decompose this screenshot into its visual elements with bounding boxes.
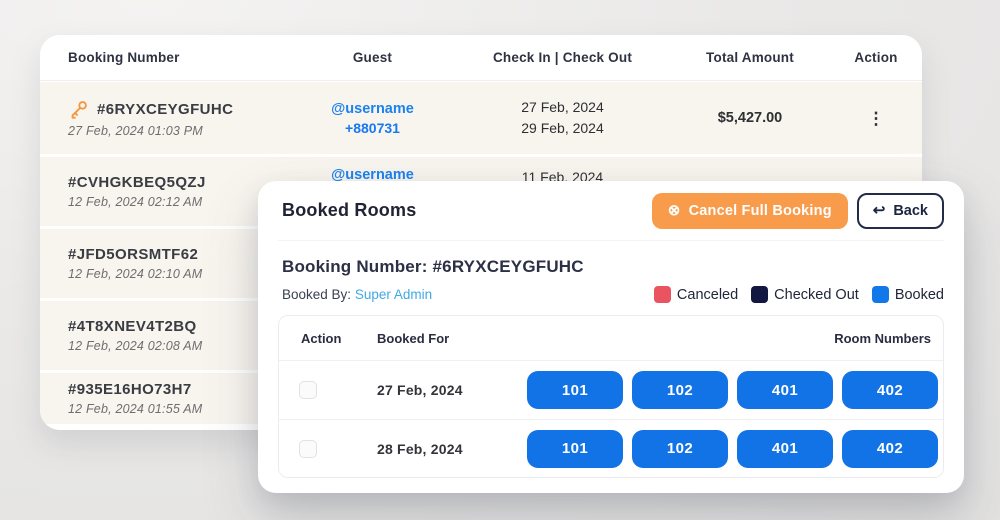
booking-datetime: 12 Feb, 2024 01:55 AM xyxy=(68,402,290,416)
column-header-action: Action xyxy=(279,331,363,346)
back-label: Back xyxy=(893,203,928,219)
booking-number: #JFD5ORSMTF62 xyxy=(68,246,198,263)
room-date-row: 28 Feb, 2024 101 102 401 402 xyxy=(279,419,943,477)
column-header-total-amount: Total Amount xyxy=(670,50,830,65)
booked-for-date: 27 Feb, 2024 xyxy=(363,382,513,398)
check-in-date: 27 Feb, 2024 xyxy=(455,97,670,118)
column-header-checkin-checkout: Check In | Check Out xyxy=(455,50,670,65)
back-button[interactable]: ↩ Back xyxy=(857,193,944,229)
booking-datetime: 12 Feb, 2024 02:10 AM xyxy=(68,267,290,281)
room-number-button[interactable]: 102 xyxy=(632,371,728,409)
guest-cell: @username xyxy=(290,157,455,183)
column-header-booking-number: Booking Number xyxy=(40,50,290,65)
legend-item-canceled: Canceled xyxy=(654,286,738,303)
rooms-table-header: Action Booked For Room Numbers xyxy=(279,316,943,361)
booking-row[interactable]: #6RYXCEYGFUHC 27 Feb, 2024 01:03 PM @use… xyxy=(40,82,922,154)
canceled-swatch-icon xyxy=(654,286,671,303)
column-header-room-numbers: Room Numbers xyxy=(513,331,943,346)
total-amount: $5,427.00 xyxy=(670,110,830,126)
room-number-button[interactable]: 401 xyxy=(737,430,833,468)
booking-number-cell: #CVHGKBEQ5QZJ 12 Feb, 2024 02:12 AM xyxy=(40,174,290,209)
bookings-table-header: Booking Number Guest Check In | Check Ou… xyxy=(40,35,922,81)
status-legend: Canceled Checked Out Booked xyxy=(654,286,944,303)
legend-label: Canceled xyxy=(677,287,738,303)
checkin-checkout-cell: 27 Feb, 2024 29 Feb, 2024 xyxy=(455,97,670,139)
cancel-full-booking-button[interactable]: ⊗ Cancel Full Booking xyxy=(652,193,848,229)
modal-booking-number: Booking Number: #6RYXCEYGFUHC xyxy=(278,257,944,277)
legend-item-checked-out: Checked Out xyxy=(751,286,859,303)
column-header-action: Action xyxy=(830,50,922,65)
column-header-booked-for: Booked For xyxy=(363,331,513,346)
check-out-date: 29 Feb, 2024 xyxy=(455,118,670,139)
kebab-menu-icon[interactable]: ⋮ xyxy=(830,110,922,127)
key-icon xyxy=(68,99,89,120)
room-number-button[interactable]: 101 xyxy=(527,371,623,409)
booking-datetime: 27 Feb, 2024 01:03 PM xyxy=(68,124,290,138)
room-number-button[interactable]: 402 xyxy=(842,371,938,409)
row-select-checkbox[interactable] xyxy=(299,440,317,458)
room-number-button[interactable]: 402 xyxy=(842,430,938,468)
modal-title: Booked Rooms xyxy=(278,200,416,221)
booked-by-user-link[interactable]: Super Admin xyxy=(355,287,432,302)
booking-datetime: 12 Feb, 2024 02:08 AM xyxy=(68,339,290,353)
booking-number-cell: #6RYXCEYGFUHC 27 Feb, 2024 01:03 PM xyxy=(40,99,290,138)
booked-by: Booked By: Super Admin xyxy=(282,287,432,302)
column-header-guest: Guest xyxy=(290,50,455,65)
booked-by-label: Booked By: xyxy=(282,287,351,302)
booking-datetime: 12 Feb, 2024 02:12 AM xyxy=(68,195,290,209)
circle-x-icon: ⊗ xyxy=(668,203,681,218)
legend-label: Booked xyxy=(895,287,944,303)
modal-header: Booked Rooms ⊗ Cancel Full Booking ↩ Bac… xyxy=(278,181,944,241)
booking-number: #4T8XNEV4T2BQ xyxy=(68,318,197,335)
booking-number: #935E16HO73H7 xyxy=(68,381,192,398)
booking-number: #6RYXCEYGFUHC xyxy=(97,101,233,118)
room-number-button[interactable]: 401 xyxy=(737,371,833,409)
booked-swatch-icon xyxy=(872,286,889,303)
booking-number-cell: #935E16HO73H7 12 Feb, 2024 01:55 AM xyxy=(40,381,290,416)
legend-label: Checked Out xyxy=(774,287,859,303)
guest-phone-link[interactable]: +880731 xyxy=(290,120,455,136)
row-select-checkbox[interactable] xyxy=(299,381,317,399)
room-number-button[interactable]: 102 xyxy=(632,430,728,468)
booking-number-cell: #JFD5ORSMTF62 12 Feb, 2024 02:10 AM xyxy=(40,246,290,281)
guest-username-link[interactable]: @username xyxy=(290,101,455,117)
room-number-button[interactable]: 101 xyxy=(527,430,623,468)
guest-cell: @username +880731 xyxy=(290,101,455,136)
room-date-row: 27 Feb, 2024 101 102 401 402 xyxy=(279,361,943,419)
cancel-full-booking-label: Cancel Full Booking xyxy=(689,203,832,219)
booked-for-date: 28 Feb, 2024 xyxy=(363,441,513,457)
checked-out-swatch-icon xyxy=(751,286,768,303)
back-arrow-icon: ↩ xyxy=(873,203,886,218)
legend-item-booked: Booked xyxy=(872,286,944,303)
booking-number-cell: #4T8XNEV4T2BQ 12 Feb, 2024 02:08 AM xyxy=(40,318,290,353)
booking-number: #CVHGKBEQ5QZJ xyxy=(68,174,206,191)
booked-rooms-modal: Booked Rooms ⊗ Cancel Full Booking ↩ Bac… xyxy=(258,181,964,493)
rooms-table: Action Booked For Room Numbers 27 Feb, 2… xyxy=(278,315,944,478)
